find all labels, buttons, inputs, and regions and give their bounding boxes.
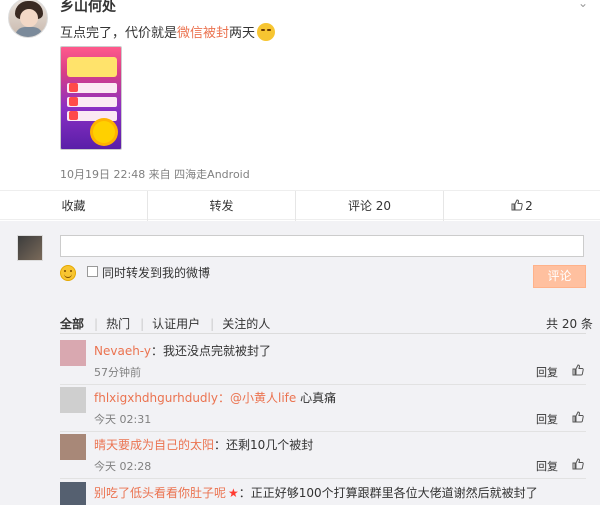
tab-all[interactable]: 全部 <box>60 315 84 332</box>
comment-section: 同时转发到我的微博 评论 全部 | 热门 | 认证用户 | 关注的人 共 20 条 Neva… <box>0 221 600 505</box>
tab-following[interactable]: 关注的人 <box>222 315 270 332</box>
comment-body: ：正正好够100个打算跟群里各位大佬道谢然后就被封了 <box>238 486 538 500</box>
comment-divider <box>60 384 586 385</box>
commenter-name[interactable]: 别吃了低头看看你肚子呢 <box>94 486 226 500</box>
commenter-avatar[interactable] <box>60 387 86 413</box>
commenter-name[interactable]: 晴天要成为自己的太阳 <box>94 438 214 452</box>
comment-input[interactable] <box>60 235 584 257</box>
comment-total: 共 20 条 <box>546 317 593 331</box>
post-text: 互点完了，代价就是微信被封两天 <box>60 22 276 41</box>
commenter-name[interactable]: fhlxigxhdhgurhdudly <box>94 391 218 405</box>
tab-divider: | <box>210 317 215 331</box>
comment-divider <box>60 478 586 479</box>
action-bar: 收藏 转发 评论 20 2 <box>0 190 600 221</box>
repost-checkbox-label[interactable]: 同时转发到我的微博 <box>102 264 210 281</box>
post-text-after: 两天 <box>229 26 256 41</box>
author-avatar[interactable] <box>8 0 48 38</box>
comment-time: 今天 02:28 <box>94 460 152 473</box>
post-text-before: 互点完了，代价就是 <box>60 26 178 41</box>
reply-button[interactable]: 回复 <box>536 364 558 380</box>
comment-text: 别吃了低头看看你肚子呢 ★：正正好够100个打算跟群里各位大佬道谢然后就被封了 <box>94 484 538 501</box>
commenter-avatar[interactable] <box>60 434 86 460</box>
chevron-down-icon[interactable]: ⌄ <box>578 0 588 10</box>
comment-body: ：我还没点完就被封了 <box>151 344 272 358</box>
tab-divider: | <box>140 317 145 331</box>
comment-time: 57分钟前 <box>94 366 141 379</box>
emoji-picker-icon[interactable] <box>60 265 76 281</box>
reply-button[interactable]: 回复 <box>536 411 558 427</box>
like-count: 2 <box>525 199 533 213</box>
reply-button[interactable]: 回复 <box>536 458 558 474</box>
commenter-name[interactable]: Nevaeh-y <box>94 344 151 358</box>
collect-label: 收藏 <box>61 199 86 213</box>
tab-divider: | <box>94 317 99 331</box>
repost-button[interactable]: 转发 <box>148 191 296 221</box>
collect-button[interactable]: 收藏 <box>0 191 148 221</box>
weibo-post-card: 乡山何处 ⌄ 互点完了，代价就是微信被封两天 10月19日 22:48 来自 四… <box>0 0 600 505</box>
comment-body: ：还剩10几个被封 <box>214 438 314 452</box>
comment-filter-tabs: 全部 | 热门 | 认证用户 | 关注的人 <box>60 315 272 332</box>
post-meta: 10月19日 22:48 来自 四海走Android <box>60 168 250 181</box>
vip-star-icon: ★ <box>228 486 239 500</box>
divider <box>60 333 586 334</box>
thumbs-up-icon[interactable] <box>572 458 584 470</box>
author-name[interactable]: 乡山何处 <box>60 0 116 16</box>
comment-text: Nevaeh-y：我还没点完就被封了 <box>94 342 271 359</box>
post-image-thumbnail[interactable] <box>60 46 122 150</box>
comment-mention[interactable]: ：@小黄人life <box>218 391 296 405</box>
comment-label: 评论 20 <box>347 199 392 213</box>
commenter-avatar[interactable] <box>60 340 86 366</box>
comment-text: 晴天要成为自己的太阳：还剩10几个被封 <box>94 436 313 453</box>
submit-comment-button[interactable]: 评论 <box>533 265 586 288</box>
repost-label: 转发 <box>209 199 234 213</box>
like-button[interactable]: 2 <box>444 191 600 221</box>
thumbs-up-icon[interactable] <box>572 411 584 423</box>
thumbs-up-icon <box>511 199 523 211</box>
tab-verified[interactable]: 认证用户 <box>152 315 200 332</box>
comment-divider <box>60 431 586 432</box>
crying-laugh-emoji-icon <box>257 23 276 41</box>
repost-checkbox[interactable] <box>87 266 98 277</box>
current-user-avatar <box>17 235 43 261</box>
post-text-highlight[interactable]: 微信被封 <box>177 26 229 41</box>
commenter-avatar[interactable] <box>60 482 86 505</box>
comment-button[interactable]: 评论 20 <box>296 191 444 221</box>
comment-time: 今天 02:31 <box>94 413 152 426</box>
tab-hot[interactable]: 热门 <box>106 315 130 332</box>
comment-body: 心真痛 <box>296 391 337 405</box>
thumbs-up-icon[interactable] <box>572 364 584 376</box>
comment-text: fhlxigxhdhgurhdudly：@小黄人life 心真痛 <box>94 389 336 406</box>
